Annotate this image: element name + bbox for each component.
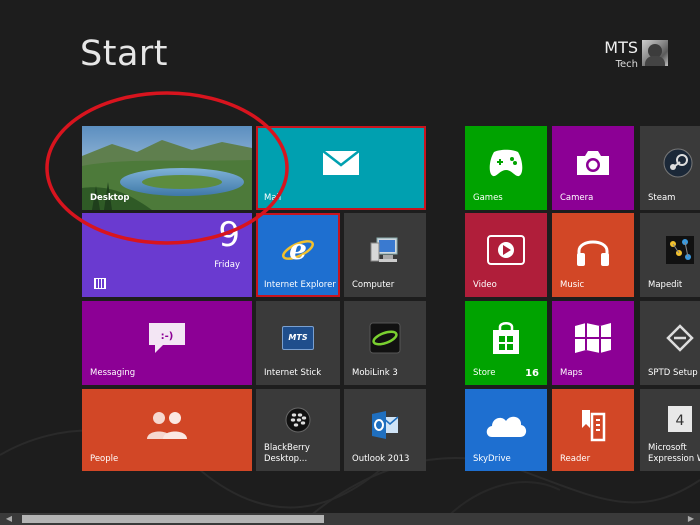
camera-icon bbox=[575, 149, 611, 177]
maps-icon bbox=[573, 322, 613, 354]
start-title: Start bbox=[80, 34, 169, 74]
svg-text:4: 4 bbox=[676, 413, 685, 429]
tile-calendar[interactable]: 9 Friday bbox=[82, 213, 252, 297]
calendar-day-name: Friday bbox=[214, 260, 240, 270]
user-name: MTS bbox=[604, 38, 638, 57]
calendar-icon bbox=[94, 278, 106, 289]
tile-internet-explorer-label: Internet Explorer bbox=[264, 280, 336, 290]
people-icon bbox=[145, 409, 189, 441]
tile-mobilink-label: MobiLink 3 bbox=[352, 368, 398, 378]
tile-sptd-setup-label: SPTD Setup bbox=[648, 368, 698, 378]
tile-camera-label: Camera bbox=[560, 193, 594, 203]
tile-store-label: Store bbox=[473, 368, 496, 378]
steam-icon bbox=[663, 148, 693, 178]
svg-text:e: e bbox=[289, 233, 307, 266]
tile-expression-web[interactable]: 4 Microsoft Expression We bbox=[640, 389, 700, 471]
tile-outlook[interactable]: Outlook 2013 bbox=[344, 389, 426, 471]
tile-mobilink[interactable]: MobiLink 3 bbox=[344, 301, 426, 385]
outlook-icon bbox=[370, 411, 400, 440]
tile-internet-stick[interactable]: MTS Internet Stick bbox=[256, 301, 340, 385]
tile-messaging-label: Messaging bbox=[90, 368, 136, 378]
tile-expression-web-label-line2: Expression We bbox=[648, 454, 700, 464]
scrollbar-thumb[interactable] bbox=[22, 515, 324, 523]
tile-outlook-label: Outlook 2013 bbox=[352, 454, 410, 464]
tile-video-label: Video bbox=[473, 280, 497, 290]
tile-computer[interactable]: Computer bbox=[344, 213, 426, 297]
tile-expression-web-label-line1: Microsoft bbox=[648, 443, 687, 453]
tile-mapedit[interactable]: Mapedit bbox=[640, 213, 700, 297]
tile-expression-web-label: Microsoft Expression We bbox=[648, 443, 700, 465]
tile-people-label: People bbox=[90, 454, 119, 464]
tile-blackberry-label: BlackBerry Desktop... bbox=[264, 443, 310, 465]
tile-music[interactable]: Music bbox=[552, 213, 634, 297]
internet-explorer-icon: e bbox=[281, 233, 315, 267]
headphones-icon bbox=[575, 233, 611, 267]
video-play-icon bbox=[487, 234, 525, 265]
tile-steam-label: Steam bbox=[648, 193, 676, 203]
messaging-icon: :-) bbox=[147, 321, 187, 355]
expression-web-icon: 4 bbox=[667, 405, 693, 433]
user-avatar bbox=[642, 40, 668, 66]
game-controller-icon bbox=[488, 148, 524, 178]
mail-icon bbox=[322, 149, 360, 176]
mobilink-icon bbox=[369, 322, 401, 354]
tile-desktop[interactable]: Desktop bbox=[82, 126, 252, 210]
tile-reader[interactable]: Reader bbox=[552, 389, 634, 471]
svg-text::-): :-) bbox=[161, 331, 174, 342]
tile-computer-label: Computer bbox=[352, 280, 395, 290]
tile-people[interactable]: People bbox=[82, 389, 252, 471]
tile-steam[interactable]: Steam bbox=[640, 126, 700, 210]
tile-maps-label: Maps bbox=[560, 368, 583, 378]
tile-store[interactable]: Store 16 bbox=[465, 301, 547, 385]
tile-desktop-label: Desktop bbox=[90, 193, 130, 203]
tile-blackberry-label-line2: Desktop... bbox=[264, 454, 308, 464]
mts-logo-icon: MTS bbox=[282, 325, 314, 350]
reader-icon bbox=[578, 408, 608, 442]
tile-mail[interactable]: Mail bbox=[256, 126, 426, 210]
tile-skydrive-label: SkyDrive bbox=[473, 454, 511, 464]
tile-internet-explorer[interactable]: e Internet Explorer bbox=[256, 213, 340, 297]
user-subtitle: Tech bbox=[615, 59, 638, 70]
tile-blackberry-label-line1: BlackBerry bbox=[264, 443, 310, 453]
scroll-left-arrow-icon[interactable]: ◀ bbox=[4, 514, 14, 524]
mts-logo-text: MTS bbox=[288, 333, 308, 343]
tile-camera[interactable]: Camera bbox=[552, 126, 634, 210]
sptd-setup-icon bbox=[666, 324, 694, 352]
mapedit-icon bbox=[665, 235, 695, 265]
tile-music-label: Music bbox=[560, 280, 585, 290]
skydrive-cloud-icon bbox=[484, 411, 528, 439]
store-bag-icon bbox=[491, 321, 521, 355]
tile-maps[interactable]: Maps bbox=[552, 301, 634, 385]
calendar-day-number: 9 bbox=[218, 215, 240, 255]
scroll-right-arrow-icon[interactable]: ▶ bbox=[686, 514, 696, 524]
tile-skydrive[interactable]: SkyDrive bbox=[465, 389, 547, 471]
tile-blackberry[interactable]: BlackBerry Desktop... bbox=[256, 389, 340, 471]
tile-mapedit-label: Mapedit bbox=[648, 280, 683, 290]
tile-games[interactable]: Games bbox=[465, 126, 547, 210]
tile-messaging[interactable]: :-) Messaging bbox=[82, 301, 252, 385]
blackberry-icon bbox=[285, 407, 311, 433]
store-update-badge: 16 bbox=[525, 368, 539, 379]
horizontal-scrollbar[interactable]: ◀ ▶ bbox=[0, 513, 700, 525]
computer-icon bbox=[369, 235, 401, 265]
tile-sptd-setup[interactable]: SPTD Setup bbox=[640, 301, 700, 385]
tile-video[interactable]: Video bbox=[465, 213, 547, 297]
tile-mail-label: Mail bbox=[264, 193, 282, 203]
tile-internet-stick-label: Internet Stick bbox=[264, 368, 322, 378]
tile-games-label: Games bbox=[473, 193, 503, 203]
tile-reader-label: Reader bbox=[560, 454, 591, 464]
